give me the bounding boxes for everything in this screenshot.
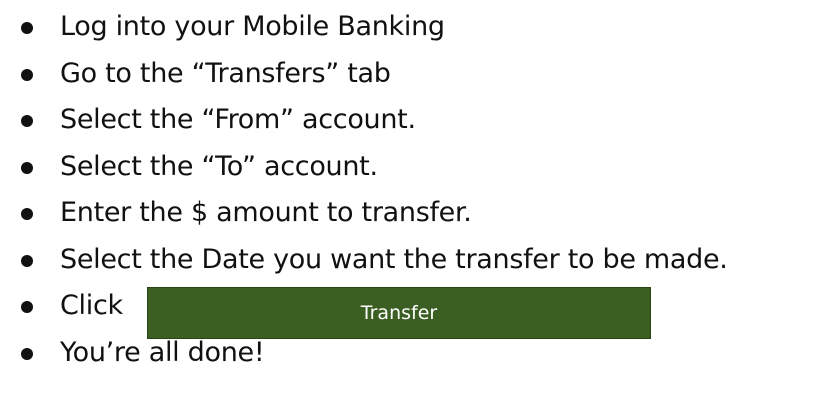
step-text: Select the “To” account. [60, 150, 378, 182]
list-item-login: Log into your Mobile Banking [0, 4, 824, 51]
step-text: Log into your Mobile Banking [60, 11, 445, 42]
bullet-icon [21, 347, 33, 360]
step-text: You’re all done! [60, 336, 265, 368]
instruction-list: Log into your Mobile Banking Go to the “… [0, 4, 824, 376]
list-item-date: Select the Date you want the transfer to… [0, 237, 824, 284]
bullet-icon [21, 254, 33, 267]
list-item-from-account: Select the “From” account. [0, 97, 824, 144]
list-item-transfers-tab: Go to the “Transfers” tab [0, 51, 824, 98]
bullet-icon [21, 161, 33, 174]
step-text: Click [60, 290, 123, 321]
list-item-amount: Enter the $ amount to transfer. [0, 190, 824, 237]
step-text: Select the “From” account. [60, 104, 416, 135]
step-text: Go to the “Transfers” tab [60, 57, 391, 89]
step-text: Select the Date you want the transfer to… [60, 243, 728, 275]
step-text: Enter the $ amount to transfer. [60, 197, 472, 228]
bullet-icon [21, 115, 33, 127]
bullet-icon [21, 68, 33, 81]
bullet-icon [21, 301, 33, 313]
list-item-done: You’re all done! [0, 330, 824, 377]
list-item-to-account: Select the “To” account. [0, 144, 824, 191]
list-item-click: Click Transfer [0, 283, 824, 339]
bullet-icon [21, 22, 33, 34]
bullet-icon [21, 208, 33, 220]
